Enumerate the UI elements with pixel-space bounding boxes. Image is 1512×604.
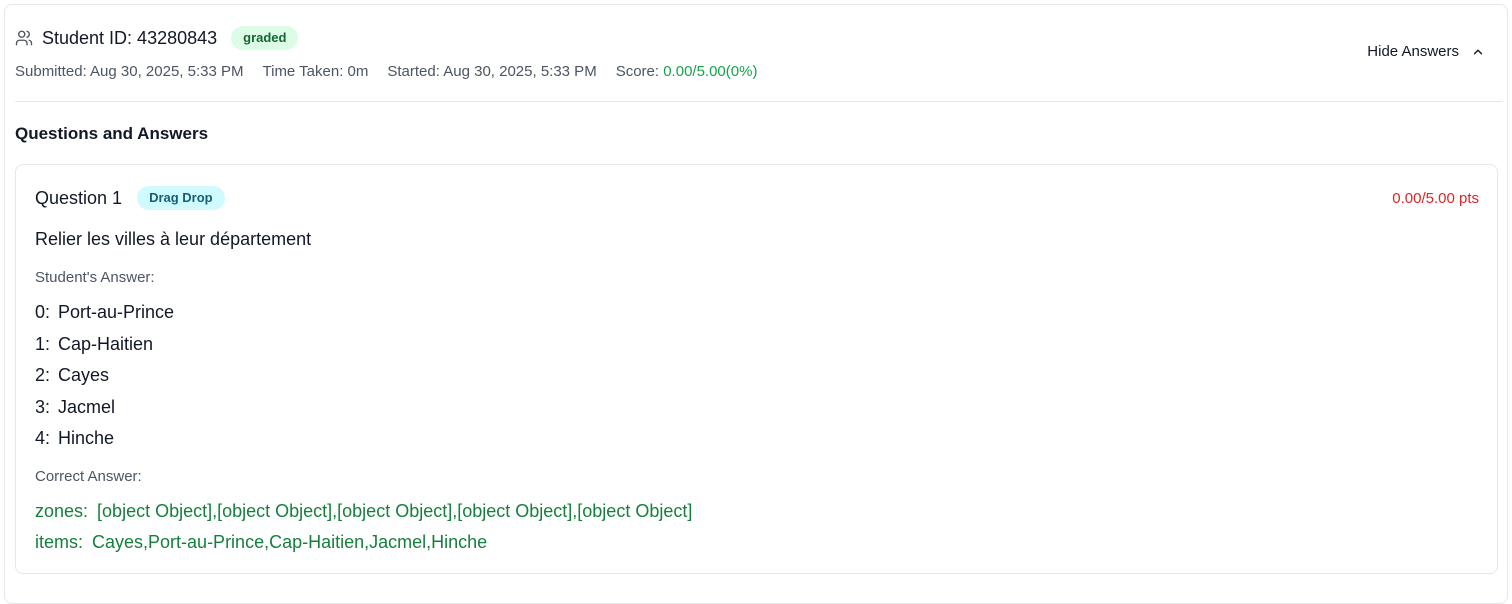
answer-value: Hinche	[58, 428, 115, 449]
started-time: Started: Aug 30, 2025, 5:33 PM	[387, 63, 597, 80]
answer-key: 2:	[35, 365, 51, 386]
answer-key: 3:	[35, 396, 51, 417]
answer-value: Port-au-Prince	[58, 302, 175, 322]
question-card: Question 1 Drag Drop 0.00/5.00 pts Relie…	[15, 164, 1498, 574]
student-answer-list: 0: Port-au-Prince 1: Cap-Haitien 2: Cayes 3…	[35, 301, 174, 459]
question-points: 0.00/5.00 pts	[1392, 190, 1479, 207]
correct-key: items:	[35, 532, 84, 552]
question-text: Relier les villes à leur département	[35, 229, 312, 249]
submission-card: Student ID: 43280843 graded Submitted: A…	[4, 4, 1508, 604]
answer-key: 1:	[35, 333, 51, 354]
hide-answers-button[interactable]: Hide Answers	[1367, 43, 1485, 60]
list-item: 3: Jacmel	[35, 396, 174, 428]
chevron-up-icon	[1471, 45, 1485, 59]
student-id-title: Student ID: 43280843	[42, 27, 218, 48]
question-label: Question 1	[35, 187, 123, 208]
title-row: Student ID: 43280843 graded	[15, 25, 299, 51]
answer-value: Cayes	[58, 365, 110, 386]
correct-value: Cayes,Port-au-Prince,Cap-Haitien,Jacmel,…	[92, 532, 488, 552]
question-header: Question 1 Drag Drop	[35, 186, 225, 210]
time-taken: Time Taken: 0m	[262, 63, 369, 80]
score: Score: 0.00/5.00(0%)	[616, 63, 758, 80]
correct-answer-list: zones: [object Object],[object Object],[o…	[35, 500, 692, 562]
answer-key: 4:	[35, 428, 51, 449]
hide-answers-label: Hide Answers	[1367, 43, 1459, 60]
meta-row: Submitted: Aug 30, 2025, 5:33 PM Time Ta…	[15, 63, 776, 80]
correct-value: [object Object],[object Object],[object …	[97, 501, 693, 521]
score-label: Score:	[615, 63, 664, 80]
submission-header: Student ID: 43280843 graded Submitted: A…	[15, 5, 1503, 102]
list-item: 0: Port-au-Prince	[35, 301, 174, 333]
list-item: 1: Cap-Haitien	[35, 333, 174, 365]
answer-value: Cap-Haitien	[58, 333, 154, 354]
answer-value: Jacmel	[58, 396, 116, 417]
status-badge: graded	[231, 26, 299, 50]
score-value: 0.00/5.00(0%)	[663, 63, 758, 80]
users-icon	[15, 29, 33, 47]
answer-key: 0:	[35, 302, 51, 322]
list-item: 4: Hinche	[35, 427, 174, 459]
list-item: 2: Cayes	[35, 364, 174, 396]
section-title: Questions and Answers	[15, 124, 209, 143]
list-item: zones: [object Object],[object Object],[o…	[35, 500, 692, 531]
correct-key: zones:	[35, 501, 89, 521]
correct-answer-label: Correct Answer:	[35, 468, 142, 485]
list-item: items: Cayes,Port-au-Prince,Cap-Haitien,J…	[35, 531, 692, 562]
student-answer-label: Student's Answer:	[35, 269, 155, 286]
submitted-time: Submitted: Aug 30, 2025, 5:33 PM	[15, 63, 244, 80]
question-type-badge: Drag Drop	[137, 186, 225, 210]
